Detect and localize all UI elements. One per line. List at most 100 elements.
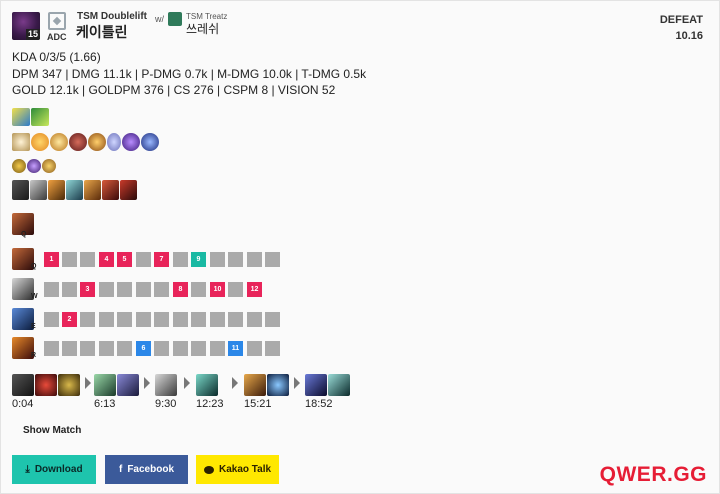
final-items bbox=[12, 180, 137, 200]
item-icon bbox=[102, 180, 119, 200]
skill-slot bbox=[210, 312, 225, 327]
skill-slot bbox=[173, 252, 188, 267]
heal-spell-icon bbox=[31, 108, 49, 126]
item-icon bbox=[244, 374, 266, 396]
build-step bbox=[305, 374, 350, 396]
build-step bbox=[244, 374, 289, 396]
qwer-gg-logo[interactable]: QWER.GG bbox=[600, 463, 707, 487]
skill-slot bbox=[191, 341, 206, 356]
skill-r-key: R bbox=[31, 352, 37, 359]
skill-slot bbox=[136, 282, 151, 297]
build-step bbox=[94, 374, 139, 396]
arrow-right-icon bbox=[184, 377, 190, 389]
shard-icon bbox=[12, 159, 26, 173]
skill-slot bbox=[117, 312, 132, 327]
skill-slot bbox=[62, 341, 77, 356]
build-time: 9:30 bbox=[155, 398, 177, 410]
arrow-right-icon bbox=[85, 377, 91, 389]
chat-bubble-icon bbox=[203, 465, 214, 474]
skill-slot bbox=[247, 341, 262, 356]
build-step bbox=[155, 374, 177, 396]
skill-slot bbox=[80, 252, 95, 267]
item-icon bbox=[196, 374, 218, 396]
shard-icon bbox=[27, 159, 41, 173]
skill-slot bbox=[154, 282, 169, 297]
partner-champion-name: 쓰레쉬 bbox=[186, 22, 220, 36]
item-icon bbox=[12, 374, 34, 396]
skill-slot bbox=[210, 252, 225, 267]
skill-slot bbox=[117, 282, 132, 297]
champion-portrait: 15 bbox=[12, 12, 40, 40]
item-icon bbox=[30, 180, 47, 200]
patch-version: 10.16 bbox=[675, 30, 703, 42]
keystone-rune-icon bbox=[12, 133, 30, 151]
flash-spell-icon bbox=[12, 108, 30, 126]
item-icon bbox=[267, 374, 289, 396]
skill-slot bbox=[99, 282, 114, 297]
match-result: DEFEAT bbox=[659, 14, 703, 26]
kakao-label: Kakao Talk bbox=[218, 464, 272, 475]
secondary-rune-icon bbox=[122, 133, 140, 151]
download-button[interactable]: ⤓ Download bbox=[12, 455, 96, 484]
minor-rune-icon bbox=[31, 133, 49, 151]
skill-slot: 9 bbox=[191, 252, 206, 267]
item-icon bbox=[120, 180, 137, 200]
show-match-button[interactable]: Show Match bbox=[23, 425, 81, 436]
skill-slot bbox=[228, 252, 243, 267]
kakao-share-button[interactable]: Kakao Talk bbox=[196, 455, 279, 484]
skill-slot bbox=[136, 312, 151, 327]
skill-slot: 10 bbox=[210, 282, 225, 297]
skill-slot bbox=[247, 312, 262, 327]
max-skill-key: Q bbox=[21, 231, 27, 238]
item-icon bbox=[66, 180, 83, 200]
skill-slot bbox=[80, 312, 95, 327]
arrow-right-icon bbox=[232, 377, 238, 389]
minor-rune-icon bbox=[69, 133, 87, 151]
build-time: 18:52 bbox=[305, 398, 333, 410]
summoner-spells bbox=[12, 108, 49, 126]
skill-slot bbox=[154, 312, 169, 327]
skill-slot bbox=[62, 282, 77, 297]
kda-stat: KDA 0/3/5 (1.66) bbox=[12, 50, 101, 64]
item-icon bbox=[305, 374, 327, 396]
skill-slot: 12 bbox=[247, 282, 262, 297]
damage-stats: DPM 347 | DMG 11.1k | P-DMG 0.7k | M-DMG… bbox=[12, 67, 367, 81]
skill-q-key: Q bbox=[31, 263, 37, 270]
skill-slot: 5 bbox=[117, 252, 132, 267]
player-name: TSM Doublelift bbox=[77, 11, 147, 22]
rune-row bbox=[12, 133, 159, 151]
skill-slot bbox=[173, 341, 188, 356]
item-icon bbox=[35, 374, 57, 396]
champion-level: 15 bbox=[25, 29, 40, 40]
item-icon bbox=[12, 180, 29, 200]
stat-shards bbox=[12, 159, 56, 173]
build-step bbox=[12, 374, 80, 396]
skill-slot: 8 bbox=[173, 282, 188, 297]
skill-slot: 1 bbox=[44, 252, 59, 267]
item-icon bbox=[155, 374, 177, 396]
skill-slot bbox=[265, 341, 280, 356]
build-step bbox=[196, 374, 218, 396]
skill-slot bbox=[99, 341, 114, 356]
skill-slot: 2 bbox=[62, 312, 77, 327]
skill-slot bbox=[210, 341, 225, 356]
skill-w-key: W bbox=[31, 293, 38, 300]
secondary-rune-icon bbox=[107, 133, 121, 151]
skill-slot bbox=[228, 312, 243, 327]
skill-slot bbox=[191, 282, 206, 297]
item-icon bbox=[94, 374, 116, 396]
skill-slot bbox=[99, 312, 114, 327]
skill-slot bbox=[117, 341, 132, 356]
facebook-share-button[interactable]: f Facebook bbox=[105, 455, 188, 484]
arrow-right-icon bbox=[294, 377, 300, 389]
role-adc-icon bbox=[48, 12, 66, 30]
build-time: 0:04 bbox=[12, 398, 34, 410]
champion-name: 케이틀린 bbox=[76, 25, 128, 41]
skill-slot bbox=[265, 252, 280, 267]
skill-slot bbox=[191, 312, 206, 327]
item-icon bbox=[328, 374, 350, 396]
skill-slot bbox=[44, 282, 59, 297]
skill-slot bbox=[228, 282, 243, 297]
build-time: 12:23 bbox=[196, 398, 224, 410]
skill-slot bbox=[44, 312, 59, 327]
